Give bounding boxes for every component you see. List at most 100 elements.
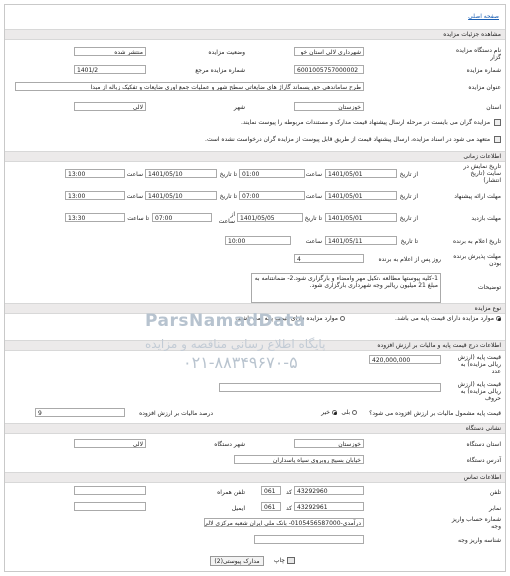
base-price-field[interactable]: 420,000,000 (369, 355, 441, 364)
visit-from-date-field[interactable]: 1401/05/01 (325, 213, 397, 222)
account-field[interactable]: درآمدی-0105456587000- بانک ملی ایران شعب… (204, 518, 364, 527)
base-price-words-field[interactable] (219, 383, 441, 392)
fax-code-label: کد (285, 505, 292, 512)
offer-to-time-label: ساعت (126, 193, 143, 200)
org-field[interactable]: شهرداری لالی استان خو (294, 47, 364, 56)
status-field[interactable]: منتشر شده (74, 47, 146, 56)
offer-to-date-label: تا تاریخ (219, 193, 237, 200)
addr-city-field[interactable]: لالی (74, 439, 146, 448)
opening-date-label: تا تاریخ (400, 238, 418, 245)
vat-no-option[interactable]: خیر (321, 409, 337, 416)
publish-from-date-label: از تاریخ (399, 171, 418, 178)
email-field[interactable] (74, 502, 146, 511)
publish-from-date-field[interactable]: 1401/05/01 (325, 169, 397, 178)
vat-no-radio[interactable] (332, 410, 337, 415)
vat-question-label: قیمت پایه مشمول مالیات بر ارزش افزوده می… (369, 410, 501, 417)
opening-label: تاریخ اعلام به برنده (452, 238, 501, 245)
print-icon (287, 557, 295, 564)
section-header-address: نشانی دستگاه (5, 423, 505, 434)
description-label: توضیحات (477, 284, 501, 291)
vat-yes-option[interactable]: بلی (341, 409, 357, 416)
visit-from-time-label: از ساعت (218, 211, 235, 225)
visit-to-date-label: تا تاریخ (304, 215, 322, 222)
home-link[interactable]: صفحه اصلی (468, 13, 499, 20)
org-label: نام دستگاه مزایده گزار (456, 47, 501, 61)
opening-date-field[interactable]: 1401/05/11 (325, 236, 397, 245)
winner-period-field[interactable]: 4 (294, 254, 364, 263)
mobile-label: تلفن همراه (217, 489, 245, 496)
visit-label: مهلت بازدید (471, 215, 501, 222)
email-label: ایمیل (231, 505, 245, 512)
phone-field[interactable]: 43292960 (294, 486, 364, 495)
opening-time-field[interactable]: 10:00 (225, 236, 291, 245)
attached-docs-button[interactable]: مدارک پیوستی(2) (210, 556, 264, 566)
page-frame: صفحه اصلی مشاهده جزئیات مزایده نام دستگا… (4, 4, 506, 572)
visit-to-time-field[interactable]: 13:30 (65, 213, 125, 222)
notice1-checkbox[interactable] (494, 119, 501, 126)
visit-from-time-field[interactable]: 07:00 (152, 213, 212, 222)
province-field[interactable]: خوزستان (294, 102, 364, 111)
offer-label: مهلت ارائه پیشنهاد (454, 193, 501, 200)
notice-row-2: متعهد می شود در اسناد مزایده، ارسال پیشن… (205, 136, 501, 143)
mobile-field[interactable] (74, 486, 146, 495)
ref-number-label: شماره مزایده مرجع (195, 67, 245, 74)
type-option-2-radio[interactable] (340, 316, 345, 321)
city-label: شهر (233, 104, 245, 111)
auction-number-field[interactable]: 6001005757000002 (294, 65, 364, 74)
visit-to-date-field[interactable]: 1401/05/05 (237, 213, 303, 222)
print-button[interactable]: چاپ (274, 557, 295, 564)
vat-percent-field[interactable]: 9 (35, 408, 125, 417)
publish-label: تاریخ نمایش در سایت (تاریخ انتشار) (463, 163, 501, 184)
visit-from-date-label: از تاریخ (399, 215, 418, 222)
base-price-label: قیمت پایه (ارزش ریالی مزایده) به عدد (457, 354, 501, 375)
base-price-words-label: قیمت پایه (ارزش ریالی مزایده) به حروف (457, 381, 501, 402)
city-field[interactable]: لالی (74, 102, 146, 111)
notice2-checkbox[interactable] (494, 136, 501, 143)
fax-field[interactable]: 43292961 (294, 502, 364, 511)
fax-code-field[interactable]: 061 (261, 502, 281, 511)
publish-to-date-label: تا تاریخ (219, 171, 237, 178)
publish-to-date-field[interactable]: 1401/05/10 (145, 169, 217, 178)
publish-from-time-field[interactable]: 01:00 (239, 169, 305, 178)
breadcrumb: صفحه اصلی (468, 13, 499, 20)
province-label: استان (486, 104, 501, 111)
auction-number-label: شماره مزایده (466, 67, 501, 74)
type-option-1-radio[interactable] (496, 316, 501, 321)
addr-province-field[interactable]: خوزستان (294, 439, 364, 448)
offer-from-time-field[interactable]: 07:00 (239, 191, 305, 200)
section-header-details: مشاهده جزئیات مزایده (5, 29, 505, 40)
phone-label: تلفن (489, 489, 501, 496)
offer-from-time-label: ساعت (305, 193, 322, 200)
winner-period-label: مهلت پذیرش برنده بودن (453, 253, 501, 267)
vat-yes-radio[interactable] (352, 410, 357, 415)
visit-to-time-label: تا ساعت (127, 215, 149, 222)
notice1-text: مزایده گران می بایست در مرحله ارسال پیشن… (241, 119, 491, 126)
notice-row-1: مزایده گران می بایست در مرحله ارسال پیشن… (241, 119, 501, 126)
offer-from-date-field[interactable]: 1401/05/01 (325, 191, 397, 200)
publish-to-time-label: ساعت (126, 171, 143, 178)
publish-to-time-field[interactable]: 13:00 (65, 169, 125, 178)
opening-time-label: ساعت (305, 238, 322, 245)
section-header-time: اطلاعات زمانی (5, 151, 505, 162)
vat-percent-label: درصد مالیات بر ارزش افزوده (139, 410, 213, 417)
section-header-type: نوع مزایده (5, 303, 505, 314)
title-label: عنوان مزایده (468, 84, 501, 91)
account-id-label: شناسه واریز وجه (458, 537, 501, 544)
phone-code-field[interactable]: 061 (261, 486, 281, 495)
winner-period-unit: روز پس از اعلام به برنده (378, 256, 441, 263)
type-option-2[interactable]: موارد مزایده دارای قیمت پایه نمی باشند. (235, 315, 345, 322)
title-field[interactable]: طرح ساماندهی حق پسماند گاراژ های ضایعاتی… (15, 82, 364, 91)
offer-from-date-label: از تاریخ (399, 193, 418, 200)
notice2-text: متعهد می شود در اسناد مزایده، ارسال پیشن… (205, 136, 491, 143)
section-header-price: اطلاعات درج قیمت پایه و مالیات بر ارزش ا… (5, 340, 505, 351)
offer-to-date-field[interactable]: 1401/05/10 (145, 191, 217, 200)
publish-from-time-label: ساعت (305, 171, 322, 178)
offer-to-time-field[interactable]: 13:00 (65, 191, 125, 200)
fax-label: نمابر (489, 505, 501, 512)
ref-number-field[interactable]: 1401/2 (74, 65, 146, 74)
address-field[interactable]: خیابان بسیج روبروی سپاه پاسداران (234, 455, 364, 464)
type-option-1[interactable]: موارد مزایده دارای قیمت پایه می باشد. (395, 315, 501, 322)
description-field[interactable]: 1-کلیه پیوستها مطالعه ،تکیل مهر وامضاء و… (251, 273, 441, 303)
addr-city-label: شهر دستگاه (214, 441, 245, 448)
account-id-field[interactable] (254, 535, 364, 544)
